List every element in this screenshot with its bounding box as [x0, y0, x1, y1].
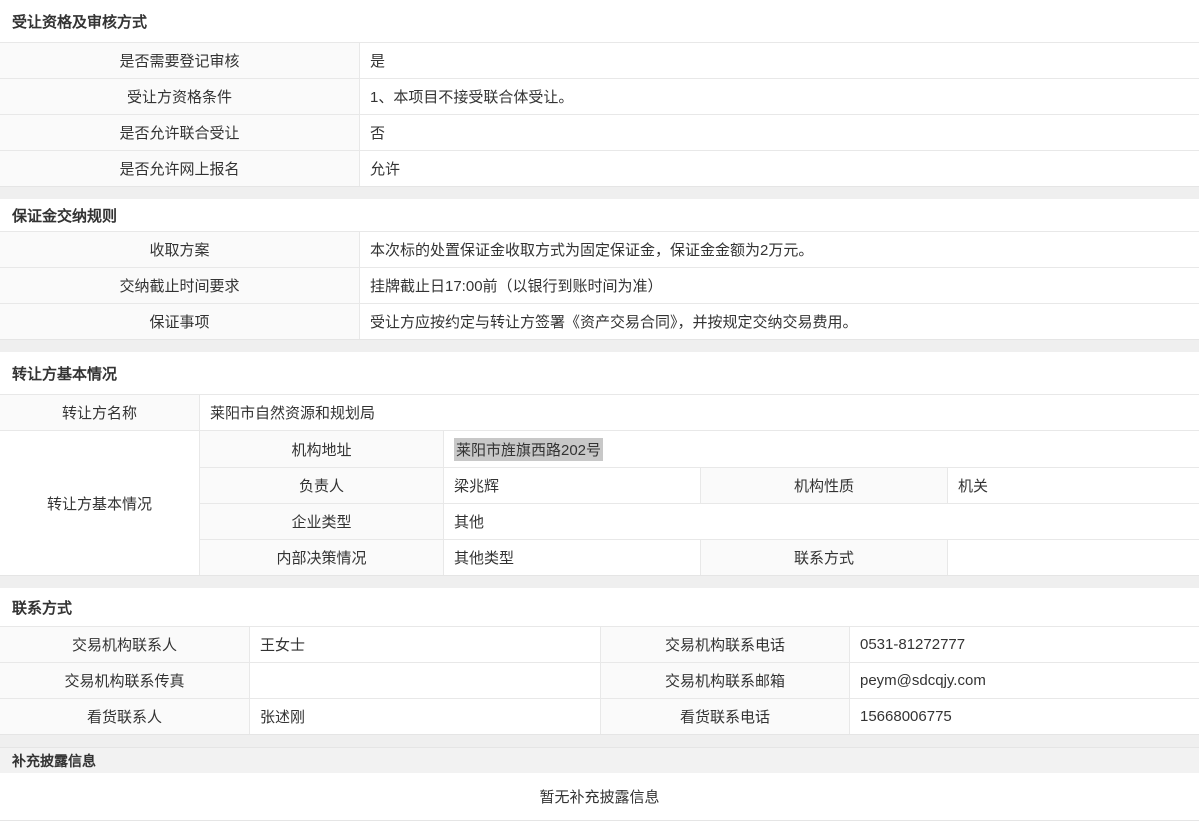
table-row-org-address: 机构地址 莱阳市旌旗西路202号: [200, 431, 1199, 467]
table-row-qualification-condition: 受让方资格条件 1、本项目不接受联合体受让。: [0, 78, 1199, 114]
guarantee-items-value: 受让方应按约定与转让方签署《资产交易合同》，并按规定交纳交易费用。: [360, 304, 1199, 339]
table-row-guarantee-items: 保证事项 受让方应按约定与转让方签署《资产交易合同》，并按规定交纳交易费用。: [0, 303, 1199, 339]
section-title-transferor-info: 转让方基本情况: [0, 352, 1199, 394]
inspection-contact-person-value: 张述刚: [250, 699, 600, 734]
leader-value: 梁兆辉: [444, 468, 700, 503]
table-row-registration-review: 是否需要登记审核 是: [0, 42, 1199, 78]
section-title-transferee-qualification: 受让资格及审核方式: [0, 0, 1199, 42]
table-row-leader-nature: 负责人 梁兆辉 机构性质 机关: [200, 467, 1199, 503]
internal-decision-label: 内部决策情况: [200, 540, 444, 575]
agency-contact-phone-value: 0531-81272777: [850, 627, 1199, 662]
transferor-contact-value: [948, 540, 1199, 575]
qualification-condition-label: 受让方资格条件: [0, 79, 360, 114]
selected-text-highlight: 莱阳市旌旗西路202号: [454, 438, 603, 461]
online-signup-value: 允许: [360, 151, 1199, 186]
inspection-contact-person-label: 看货联系人: [0, 699, 250, 734]
agency-email-label: 交易机构联系邮箱: [600, 663, 850, 698]
internal-decision-value: 其他类型: [444, 540, 700, 575]
asset-listing-detail-page: 受让资格及审核方式 是否需要登记审核 是 受让方资格条件 1、本项目不接受联合体…: [0, 0, 1199, 821]
table-row-joint-transfer: 是否允许联合受让 否: [0, 114, 1199, 150]
collection-plan-value: 本次标的处置保证金收取方式为固定保证金，保证金金额为2万元。: [360, 232, 1199, 267]
inspection-contact-phone-label: 看货联系电话: [600, 699, 850, 734]
table-row-inspection-contact: 看货联系人 张述刚 看货联系电话 15668006775: [0, 698, 1199, 734]
transferor-detail-group-label: 转让方基本情况: [0, 431, 200, 575]
collection-plan-label: 收取方案: [0, 232, 360, 267]
company-type-label: 企业类型: [200, 504, 444, 539]
table-row-online-signup: 是否允许网上报名 允许: [0, 150, 1199, 186]
registration-review-value: 是: [360, 43, 1199, 78]
table-row-company-type: 企业类型 其他: [200, 503, 1199, 539]
joint-transfer-value: 否: [360, 115, 1199, 150]
table-row-agency-contact: 交易机构联系人 王女士 交易机构联系电话 0531-81272777: [0, 626, 1199, 662]
section-title-supplementary-disclosure: 补充披露信息: [0, 747, 1199, 773]
transferor-contact-label: 联系方式: [700, 540, 948, 575]
section-title-deposit-rules: 保证金交纳规则: [0, 199, 1199, 231]
table-row-collection-plan: 收取方案 本次标的处置保证金收取方式为固定保证金，保证金金额为2万元。: [0, 231, 1199, 267]
org-nature-value: 机关: [948, 468, 1199, 503]
joint-transfer-label: 是否允许联合受让: [0, 115, 360, 150]
agency-contact-person-value: 王女士: [250, 627, 600, 662]
section-contact-info: 联系方式 交易机构联系人 王女士 交易机构联系电话 0531-81272777 …: [0, 588, 1199, 735]
online-signup-label: 是否允许网上报名: [0, 151, 360, 186]
transferor-name-label: 转让方名称: [0, 395, 200, 430]
section-deposit-rules: 保证金交纳规则 收取方案 本次标的处置保证金收取方式为固定保证金，保证金金额为2…: [0, 199, 1199, 340]
section-title-contact-info: 联系方式: [0, 588, 1199, 626]
transferor-detail-table: 机构地址 莱阳市旌旗西路202号 负责人 梁兆辉 机构性质 机关 企业类型 其他…: [200, 431, 1199, 575]
section-transferor-info: 转让方基本情况 转让方名称 莱阳市自然资源和规划局 转让方基本情况 机构地址 莱…: [0, 352, 1199, 576]
agency-fax-label: 交易机构联系传真: [0, 663, 250, 698]
section-supplementary-disclosure: 补充披露信息 暂无补充披露信息: [0, 747, 1199, 821]
agency-contact-person-label: 交易机构联系人: [0, 627, 250, 662]
agency-email-value: peym@sdcqjy.com: [850, 663, 1199, 698]
org-address-value: 莱阳市旌旗西路202号: [444, 431, 1199, 467]
qualification-condition-value: 1、本项目不接受联合体受让。: [360, 79, 1199, 114]
table-row-transferor-name: 转让方名称 莱阳市自然资源和规划局: [0, 394, 1199, 430]
agency-fax-value: [250, 663, 600, 698]
inspection-contact-phone-value: 15668006775: [850, 699, 1199, 734]
agency-contact-phone-label: 交易机构联系电话: [600, 627, 850, 662]
table-row-agency-fax-email: 交易机构联系传真 交易机构联系邮箱 peym@sdcqjy.com: [0, 662, 1199, 698]
table-row-payment-deadline: 交纳截止时间要求 挂牌截止日17:00前（以银行到账时间为准）: [0, 267, 1199, 303]
payment-deadline-label: 交纳截止时间要求: [0, 268, 360, 303]
leader-label: 负责人: [200, 468, 444, 503]
registration-review-label: 是否需要登记审核: [0, 43, 360, 78]
transferor-name-value: 莱阳市自然资源和规划局: [200, 395, 1199, 430]
table-row-decision-contact: 内部决策情况 其他类型 联系方式: [200, 539, 1199, 575]
section-transferee-qualification: 受让资格及审核方式 是否需要登记审核 是 受让方资格条件 1、本项目不接受联合体…: [0, 0, 1199, 187]
table-row-transferor-detail-group: 转让方基本情况 机构地址 莱阳市旌旗西路202号 负责人 梁兆辉 机构性质 机关…: [0, 430, 1199, 575]
guarantee-items-label: 保证事项: [0, 304, 360, 339]
org-address-label: 机构地址: [200, 431, 444, 467]
org-nature-label: 机构性质: [700, 468, 948, 503]
supplementary-disclosure-empty-text: 暂无补充披露信息: [0, 773, 1199, 820]
payment-deadline-value: 挂牌截止日17:00前（以银行到账时间为准）: [360, 268, 1199, 303]
company-type-value: 其他: [444, 504, 1199, 539]
